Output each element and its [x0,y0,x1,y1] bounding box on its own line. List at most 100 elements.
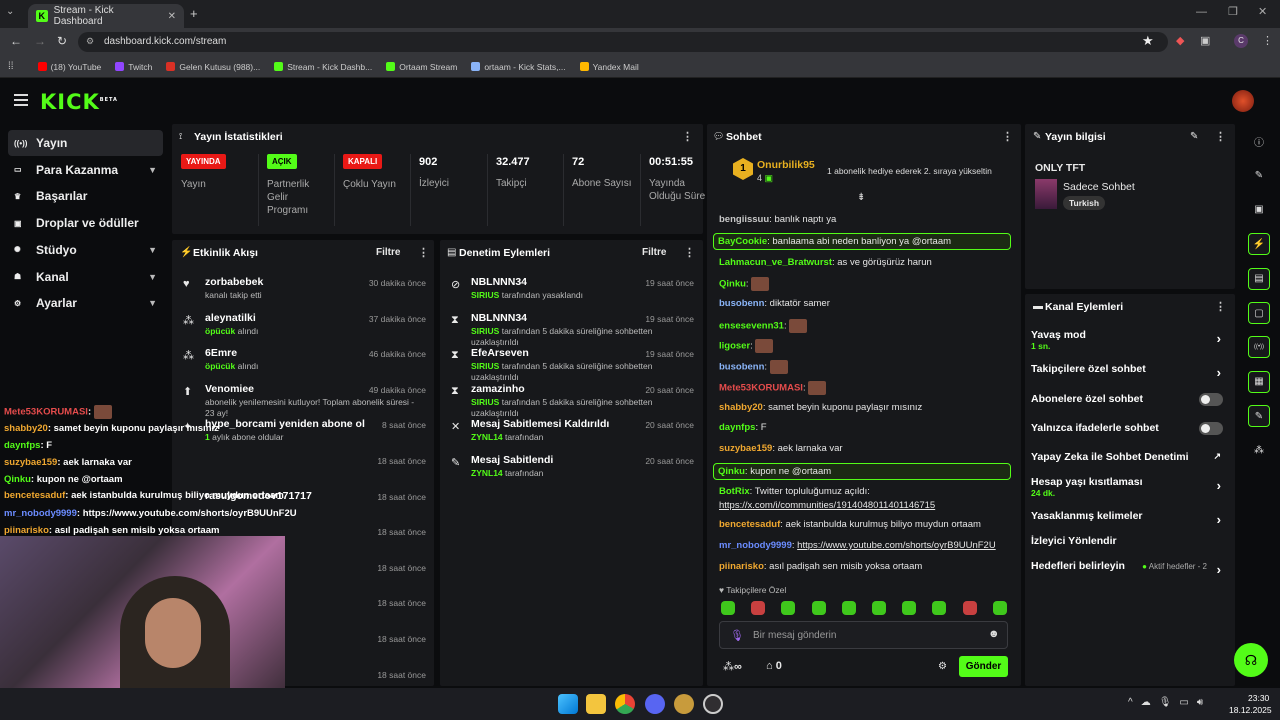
chat-settings-icon[interactable]: ⚙ [938,661,947,672]
chat-message[interactable]: bengiissuu: banlık naptı ya [719,214,1019,225]
channel-action-row[interactable]: Takipçilere özel sohbet › [1031,363,1227,385]
tag-chip[interactable]: Turkish [1063,196,1106,210]
browser-tab[interactable]: K Stream - Kick Dashboard ✕ [28,4,184,28]
chat-message[interactable]: Qinku: kupon ne @ortaam [713,463,1011,480]
chat-username[interactable]: BayCookie [718,236,767,247]
event-row[interactable]: ⁂ aleynatilki öpücük alındı 37 dakika önce [180,312,426,344]
mod-action-row[interactable]: ⧗ NBLNNN34 SIRIUS tarafından 5 dakika süre… [448,312,694,347]
category-thumbnail[interactable] [1035,179,1057,209]
info-menu-icon[interactable]: ⋮ [1215,130,1226,143]
channel-action-row[interactable]: Yapay Zeka ile Sohbet Denetimi ↗ [1031,451,1227,473]
edit-icon[interactable]: ✎ [1190,131,1198,142]
event-row[interactable]: ⁂ 6Emre öpücük alındı 46 dakika önce [180,347,426,379]
minimize-icon[interactable]: — [1196,6,1207,18]
discord-icon[interactable] [645,694,665,714]
chat-username[interactable]: busobenn [719,298,764,309]
toggle-switch[interactable] [1199,422,1223,435]
chat-message[interactable]: Mete53KORUMASI: [719,381,1019,395]
emote-button[interactable] [992,601,1007,615]
chrome-icon[interactable] [615,694,635,714]
close-window-icon[interactable]: ✕ [1258,5,1267,18]
mod-action-row[interactable]: ✎ Mesaj Sabitlendi ZYNL14 tarafından 20 saa… [448,454,694,488]
chat-username[interactable]: Lahmacun_ve_Bratwurst [719,257,832,268]
chat-message[interactable]: daynfps: F [719,422,1019,433]
chat-message[interactable]: shabby20: samet beyin kuponu paylaşır mı… [719,402,1019,413]
store-icon[interactable]: ⌂ 0 [766,660,782,672]
chat-username[interactable]: ensesevenn31 [719,321,784,332]
chat-message[interactable]: https://x.com/i/communities/191404801140… [719,500,1019,511]
extension-icon[interactable]: ◆ [1176,34,1184,47]
emote-button[interactable] [721,601,735,615]
bookmark-item[interactable]: ortaam - Kick Stats,... [471,62,566,72]
events-menu-icon[interactable]: ⋮ [418,246,429,259]
wrench-icon[interactable]: ✎ [1248,405,1270,428]
lol-icon[interactable] [674,694,694,714]
chevron-right-icon[interactable]: › [1217,365,1221,380]
chevron-down-icon[interactable]: ▼ [148,245,157,255]
mod-action-row[interactable]: ⧗ EfeArseven SIRIUS tarafından 5 dakika sü… [448,347,694,382]
chat-username[interactable]: piinarisko [719,561,764,572]
sidebar-item[interactable]: ⚙ Ayarlar ▼ [8,290,163,316]
bookmark-item[interactable]: Ortaam Stream [386,62,457,72]
chat-message[interactable]: mr_nobody9999: https://www.youtube.com/s… [719,540,1019,551]
emote-button[interactable] [751,601,766,615]
gift-prompt[interactable]: 1 abonelik hediye ederek 2. sıraya yükse… [827,166,992,176]
emote-button[interactable] [811,601,826,615]
stats-menu-icon[interactable]: ⋮ [682,130,693,143]
chat-bubble-icon[interactable]: ▢ [1248,302,1270,324]
url-field[interactable]: dashboard.kick.com/stream [78,32,1168,52]
chat-username[interactable]: suzybae159 [719,443,772,454]
menu-dots-icon[interactable]: ⋮ [1262,34,1273,47]
chat-message[interactable]: Lahmacun_ve_Bratwurst: as ve görüşürüz h… [719,257,1019,268]
actions-menu-icon[interactable]: ⋮ [1215,300,1226,313]
camera-icon[interactable]: ▣ [1248,199,1270,221]
page-icon[interactable]: ▤ [1248,267,1270,290]
events-filter-button[interactable]: Filtre [376,247,400,258]
chat-message[interactable]: ligoser: [719,339,1019,353]
multi-icon[interactable]: ⁂ [1248,440,1270,462]
chat-username[interactable]: bencetesaduf [719,519,780,530]
chat-username[interactable]: Qinku [719,279,746,290]
sidebar-item[interactable]: ☗ Kanal ▼ [8,264,163,290]
event-row[interactable]: ♥ zorbabebek kanalı takip etti 30 dakika ön… [180,276,426,308]
points-icon[interactable]: ⁂∞ [723,660,742,673]
sidebar-item[interactable]: ♛ Başarılar [8,183,163,209]
event-row[interactable]: 18 saat önce [180,454,426,486]
mod-filter-button[interactable]: Filtre [642,247,666,258]
chat-message[interactable]: Qinku: [719,277,1019,291]
channel-action-row[interactable]: Hedefleri belirleyin › ● Aktif hedefler - … [1031,560,1227,582]
windows-start-icon[interactable] [558,694,578,714]
mod-action-row[interactable]: ⊘ NBLNNN34 SIRIUS tarafından yasaklandı 19 … [448,276,694,310]
chat-username[interactable]: Qinku [718,466,745,477]
emote-button[interactable] [962,601,977,615]
pinned-gifter[interactable]: 1 [733,158,753,180]
tray-icons[interactable]: ^☁🎙︎▭🔊︎ [1128,697,1211,708]
new-tab-button[interactable]: + [190,6,198,21]
bookmark-item[interactable]: Yandex Mail [579,62,639,72]
mod-action-row[interactable]: ✕ Mesaj Sabitlemesi Kaldırıldı ZYNL14 tara… [448,418,694,452]
pencil-icon[interactable]: ✎ [1248,164,1270,186]
chat-username[interactable]: daynfps [719,422,755,433]
channel-action-row[interactable]: Hesap yaşı kısıtlaması 24 dk. › [1031,476,1227,498]
emote-button[interactable] [841,601,856,615]
external-link-icon[interactable]: ↗ [1213,451,1221,462]
chevron-down-icon[interactable]: ▼ [148,272,157,282]
sidebar-item[interactable]: ✺ Stüdyo ▼ [8,237,163,263]
emote-button[interactable] [781,601,796,615]
chevron-right-icon[interactable]: › [1217,512,1221,527]
broadcast-icon[interactable]: ((•)) [1248,336,1270,359]
chat-message[interactable]: suzybae159: aek larnaka var [719,443,1019,454]
profile-avatar[interactable]: C [1234,34,1248,48]
chat-message[interactable]: bencetesaduf: aek istanbulda kurulmuş bi… [719,519,1019,530]
user-avatar[interactable] [1232,90,1254,112]
chevron-down-icon[interactable]: ▼ [148,298,157,308]
category-name[interactable]: Sadece Sohbet [1063,181,1135,193]
chevron-right-icon[interactable]: › [1217,331,1221,346]
chat-message[interactable]: ensesevenn31: [719,319,1019,333]
channel-action-row[interactable]: Yalnızca ifadelerle sohbet [1031,422,1227,444]
emote-button[interactable] [932,601,947,615]
mic-icon[interactable]: 🎙︎ [730,629,744,642]
chat-username[interactable]: shabby20 [719,402,763,413]
chat-username[interactable]: Mete53KORUMASI [719,383,803,394]
apps-grid-icon[interactable]: ⁞⁞ [8,61,14,72]
